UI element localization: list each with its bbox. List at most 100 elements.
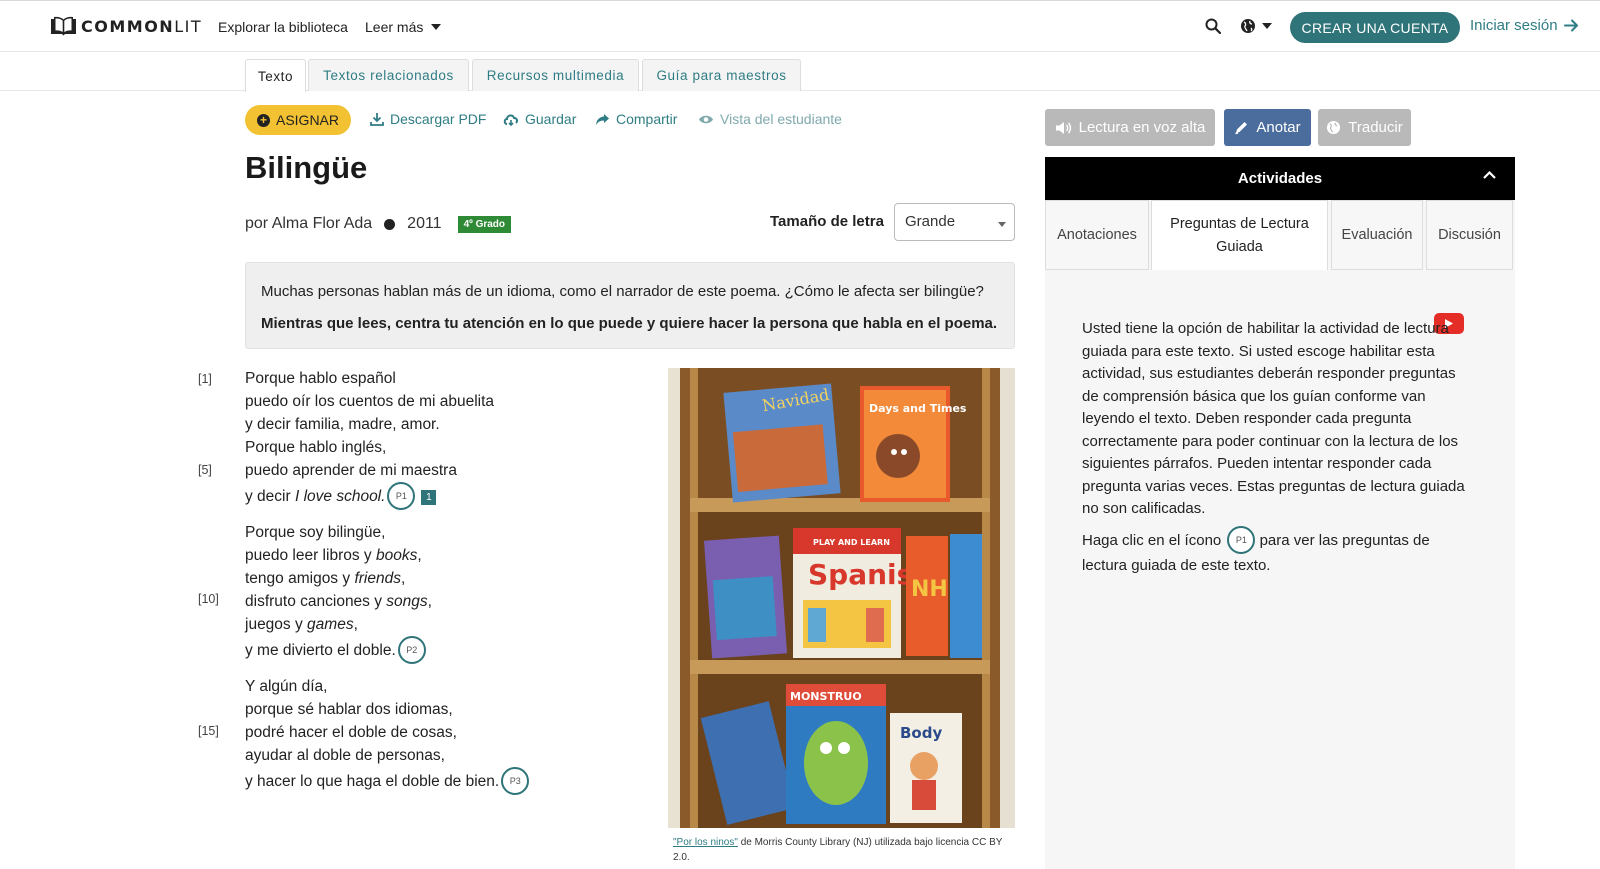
bookshelf-photo: Navidad Days and Times PLAY AND LEARN Sp… [668,368,1015,828]
save-label: Guardar [525,111,577,127]
nav-explore-link[interactable]: Explorar la biblioteca [218,19,348,35]
poem-line: puedo leer libros y books, [245,545,422,567]
assign-button[interactable]: + ASIGNAR [245,105,351,135]
poem-text: , [353,616,358,633]
text-meta: por Alma Flor Ada 2011 4º Grado [245,215,512,233]
poem-line: Porque soy bilingüe, [245,524,386,541]
read-aloud-label: Lectura en voz alta [1078,119,1206,136]
poem-text: juegos y [245,616,308,633]
guided-question-badge-p2[interactable]: P2 [397,636,426,664]
poem-line: y me divierto el doble. P2 [245,636,426,664]
logo-text-bold: COMMON [81,16,175,36]
tab-multimedia[interactable]: Recursos multimedia [472,59,639,91]
poem-line: porque sé hablar dos idiomas, [245,701,453,718]
poem-line: y decir I love school. P1 1 [245,482,437,510]
line-number: [15] [198,724,219,738]
poem-text-italic: books [375,547,418,564]
poem-line: ayudar al doble de personas, [245,747,445,764]
logo-text-light: LIT [174,16,203,36]
eye-icon [699,115,713,123]
tab-guided-reading[interactable]: Preguntas de Lectura Guiada [1151,200,1328,270]
poem-line: podré hacer el doble de cosas, [245,724,457,741]
annotate-button[interactable]: Anotar [1224,109,1311,146]
bookshelf-illustration: Navidad Days and Times PLAY AND LEARN Sp… [668,368,1015,828]
nav-read-more-label: Leer más [365,19,424,35]
login-label: Iniciar sesión [1470,17,1558,34]
poem-line: Porque hablo inglés, [245,439,387,456]
font-size-select[interactable]: Grande [894,203,1015,241]
year: 2011 [407,215,442,232]
share-icon [596,113,609,125]
assign-label: ASIGNAR [275,112,339,128]
download-pdf-link[interactable]: Descargar PDF [370,111,486,127]
poem-line: Y algún día, [245,678,328,695]
save-icon [503,114,519,126]
footnote-marker[interactable]: 1 [421,489,437,505]
poem-text: , [417,547,422,564]
tab-related-texts[interactable]: Textos relacionados [308,59,469,91]
tab-annotations[interactable]: Anotaciones [1045,200,1149,270]
language-selector[interactable] [1240,18,1272,34]
book-logo-icon [51,16,76,36]
intro-focus: Mientras que lees, centra tu atención en… [261,315,998,332]
poem-text-italic: songs [386,593,428,610]
instruction-text: Haga clic en el ícono [1082,531,1222,549]
translate-label: Traducir [1348,119,1403,136]
guided-question-badge-p3[interactable]: P3 [501,767,530,795]
line-number: [5] [198,463,212,477]
intro-box: Muchas personas hablan más de un idioma,… [245,262,1015,349]
search-icon[interactable] [1205,18,1221,34]
caption-link[interactable]: "Por los ninos" [673,837,738,848]
plus-icon: + [256,113,270,127]
grade-badge: 4º Grado [457,215,512,233]
guided-question-badge-example: P1 [1227,526,1256,554]
poem-line: juegos y games, [245,614,358,636]
login-link[interactable]: Iniciar sesión [1470,17,1579,34]
poem-text: puedo leer libros y [245,547,376,564]
share-link[interactable]: Compartir [595,111,677,127]
save-link[interactable]: Guardar [503,111,576,127]
download-pdf-label: Descargar PDF [390,111,487,127]
activities-header[interactable]: Actividades [1045,157,1515,200]
line-number: [10] [198,592,219,606]
tab-assessment[interactable]: Evaluación [1331,200,1423,270]
photo-caption: "Por los ninos" de Morris County Library… [673,835,1013,865]
download-icon [370,113,384,126]
tab-discussion[interactable]: Discusión [1426,200,1513,270]
poem-text: , [400,570,406,587]
translate-button[interactable]: Traducir [1318,109,1411,146]
book-title: Body [900,724,942,742]
poem-line: puedo oír los cuentos de mi abuelita [245,393,495,410]
poem-text: disfruto canciones y [245,593,387,610]
poem-text: y decir [245,488,295,506]
text-title: Bilingüe [245,150,368,185]
tab-teacher-guide[interactable]: Guía para maestros [642,59,801,91]
read-aloud-button[interactable]: Lectura en voz alta [1045,109,1215,146]
chevron-up-icon[interactable] [1482,170,1497,180]
chevron-down-icon [431,24,442,30]
poem-text-italic: I love school. [294,488,386,506]
book-subtitle: PLAY AND LEARN [813,538,890,547]
tab-text[interactable]: Texto [245,59,306,92]
poem-text: y hacer lo que haga el doble de bien. [245,773,500,791]
student-view-link[interactable]: Vista del estudiante [698,111,842,127]
poem-line: Porque hablo español [245,370,396,387]
nav-read-more-dropdown[interactable]: Leer más [365,19,442,35]
guided-question-badge-p1[interactable]: P1 [387,482,416,510]
poem-text: y me divierto el doble. [245,642,396,660]
commonlit-logo[interactable]: COMMONLIT [50,16,202,36]
poem-line: y hacer lo que haga el doble de bien. P3 [245,767,530,795]
poem-text: , [427,593,432,610]
top-nav: COMMONLIT Explorar la biblioteca Leer má… [0,0,1600,52]
share-label: Compartir [616,111,678,127]
intro-question: Muchas personas hablan más de un idioma,… [261,283,984,300]
poem-line: disfruto canciones y songs, [245,591,432,613]
author[interactable]: por Alma Flor Ada [245,215,372,233]
pencil-icon [1235,122,1248,135]
guided-reading-description: Usted tiene la opción de habilitar la ac… [1082,320,1465,517]
student-view-label: Vista del estudiante [720,111,842,127]
poem-text-italic: games [307,616,354,633]
create-account-button[interactable]: CREAR UNA CUENTA [1290,12,1460,43]
font-size-label: Tamaño de letra [770,213,884,230]
poem-text: tengo amigos y [245,570,355,587]
